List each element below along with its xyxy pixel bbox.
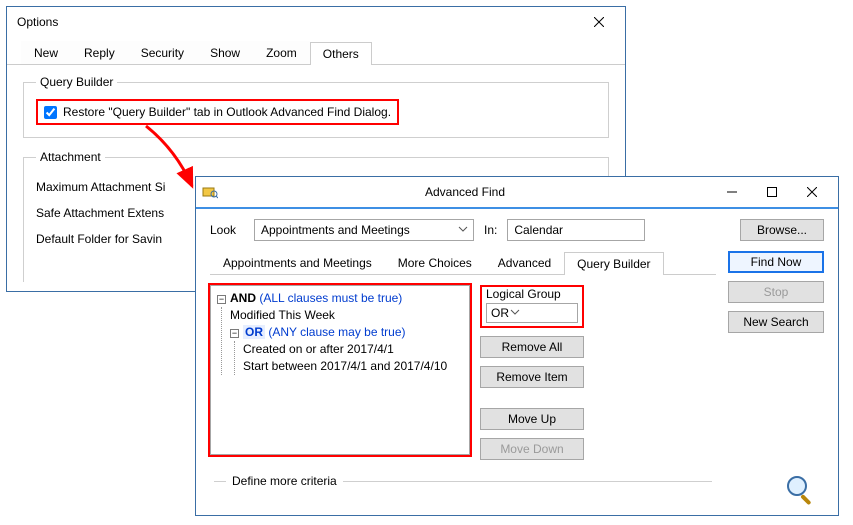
collapse-toggle-or[interactable]: −: [230, 329, 239, 338]
qb-legend: Query Builder: [36, 75, 117, 89]
advfind-min-button[interactable]: [712, 178, 752, 206]
remove-all-label: Remove All: [502, 340, 563, 354]
tab-query-builder[interactable]: Query Builder: [564, 252, 663, 275]
logical-group-select[interactable]: OR: [486, 303, 578, 323]
close-icon: [594, 17, 604, 27]
tab-appointments[interactable]: Appointments and Meetings: [210, 251, 385, 274]
qb-middle-column: Logical Group OR Remove All Remove Item …: [480, 285, 584, 460]
clause-start[interactable]: Start between 2017/4/1 and 2017/4/10: [243, 358, 463, 375]
browse-button[interactable]: Browse...: [740, 219, 824, 241]
browse-label: Browse...: [757, 223, 807, 237]
logical-group-label: Logical Group: [486, 287, 578, 301]
clause-created[interactable]: Created on or after 2017/4/1: [243, 341, 463, 358]
stop-label: Stop: [764, 285, 789, 299]
options-close-button[interactable]: [579, 8, 619, 36]
collapse-toggle[interactable]: −: [217, 295, 226, 304]
maximize-icon: [767, 187, 777, 197]
new-search-label: New Search: [743, 315, 808, 329]
chevron-down-icon: [457, 223, 469, 238]
move-down-button[interactable]: Move Down: [480, 438, 584, 460]
in-field[interactable]: Calendar: [507, 219, 645, 241]
remove-item-label: Remove Item: [496, 370, 567, 384]
find-now-button[interactable]: Find Now: [728, 251, 824, 273]
look-value: Appointments and Meetings: [261, 223, 410, 237]
options-titlebar: Options: [7, 7, 625, 37]
look-row: Look Appointments and Meetings In: Calen…: [210, 219, 824, 241]
options-title: Options: [13, 15, 58, 29]
advfind-title: Advanced Find: [218, 185, 712, 199]
qb-checkbox-row[interactable]: Restore "Query Builder" tab in Outlook A…: [44, 105, 391, 119]
and-node: AND: [230, 291, 256, 305]
advfind-tabs: Appointments and Meetings More Choices A…: [210, 251, 716, 275]
define-more-criteria: Define more criteria: [214, 474, 712, 510]
qb-checkbox-label: Restore "Query Builder" tab in Outlook A…: [63, 105, 391, 119]
qb-checkbox[interactable]: [44, 106, 57, 119]
move-down-label: Move Down: [500, 442, 563, 456]
look-label: Look: [210, 223, 244, 237]
advfind-max-button[interactable]: [752, 178, 792, 206]
chevron-down-icon: [509, 306, 521, 321]
find-now-label: Find Now: [751, 255, 802, 269]
tab-advanced[interactable]: Advanced: [485, 251, 564, 274]
advfind-right-column: Find Now Stop New Search: [728, 249, 824, 510]
options-tabs: New Reply Security Show Zoom Others: [7, 37, 625, 65]
tab-zoom[interactable]: Zoom: [253, 41, 310, 64]
att-legend: Attachment: [36, 150, 105, 164]
look-select[interactable]: Appointments and Meetings: [254, 219, 474, 241]
remove-item-button[interactable]: Remove Item: [480, 366, 584, 388]
move-up-button[interactable]: Move Up: [480, 408, 584, 430]
close-icon: [807, 187, 817, 197]
new-search-button[interactable]: New Search: [728, 311, 824, 333]
logical-group-highlight: Logical Group OR: [480, 285, 584, 328]
minimize-icon: [727, 187, 737, 197]
tab-security[interactable]: Security: [128, 41, 197, 64]
tab-new[interactable]: New: [21, 41, 71, 64]
advfind-titlebar: Advanced Find: [196, 177, 838, 207]
clause-tree[interactable]: −AND (ALL clauses must be true) Modified…: [210, 285, 470, 455]
tab-others[interactable]: Others: [310, 42, 372, 65]
or-node: OR: [243, 325, 265, 339]
qb-highlight: Restore "Query Builder" tab in Outlook A…: [36, 99, 399, 125]
stop-button[interactable]: Stop: [728, 281, 824, 303]
move-up-label: Move Up: [508, 412, 556, 426]
tab-reply[interactable]: Reply: [71, 41, 128, 64]
define-legend: Define more criteria: [226, 474, 343, 488]
clause-modified[interactable]: Modified This Week: [230, 307, 463, 324]
advfind-close-button[interactable]: [792, 178, 832, 206]
and-hint: (ALL clauses must be true): [259, 291, 402, 305]
magnifier-icon: [784, 413, 824, 510]
in-label: In:: [484, 223, 497, 237]
tab-show[interactable]: Show: [197, 41, 253, 64]
in-value: Calendar: [514, 223, 563, 237]
remove-all-button[interactable]: Remove All: [480, 336, 584, 358]
querybuilder-group: Query Builder Restore "Query Builder" ta…: [23, 75, 609, 138]
logical-group-value: OR: [491, 306, 509, 320]
tab-more-choices[interactable]: More Choices: [385, 251, 485, 274]
advanced-find-window: Advanced Find Look Appointments and Meet…: [195, 176, 839, 516]
or-hint: (ANY clause may be true): [268, 325, 405, 339]
advfind-app-icon: [202, 184, 218, 200]
query-builder-panel: −AND (ALL clauses must be true) Modified…: [210, 275, 716, 460]
